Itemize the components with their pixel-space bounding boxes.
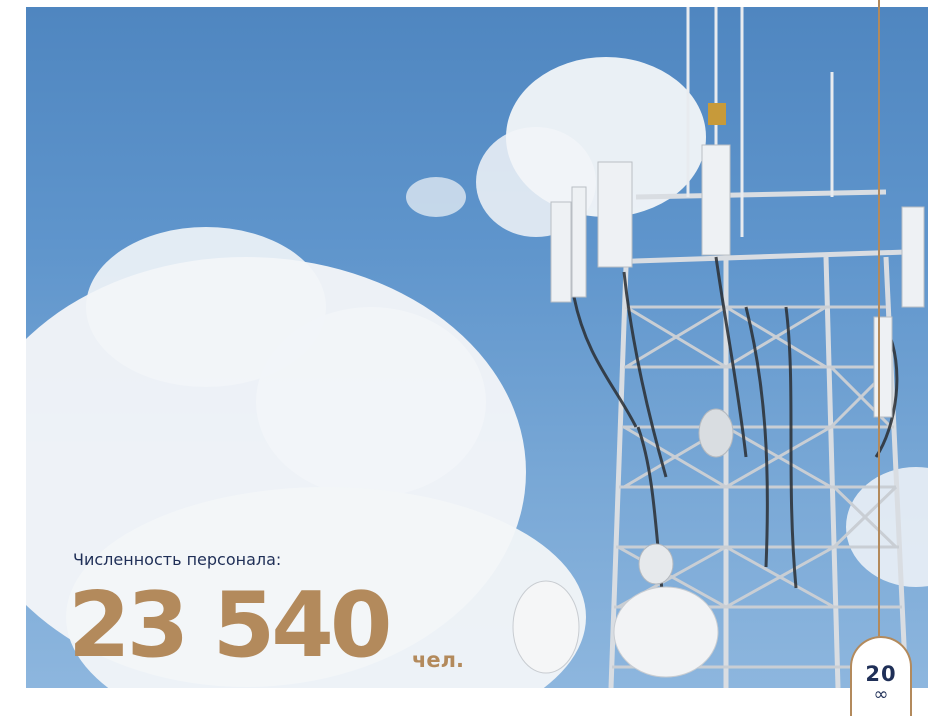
page-number: 20 (865, 662, 897, 686)
page-number-suffix: ∞ (873, 684, 889, 705)
staff-count-label: Численность персонала: (73, 550, 282, 569)
vertical-divider (878, 0, 880, 636)
staff-count-unit: чел. (412, 648, 465, 672)
staff-count-value: 23 540 (68, 573, 392, 678)
page-number-badge: 20 ∞ (850, 636, 912, 716)
